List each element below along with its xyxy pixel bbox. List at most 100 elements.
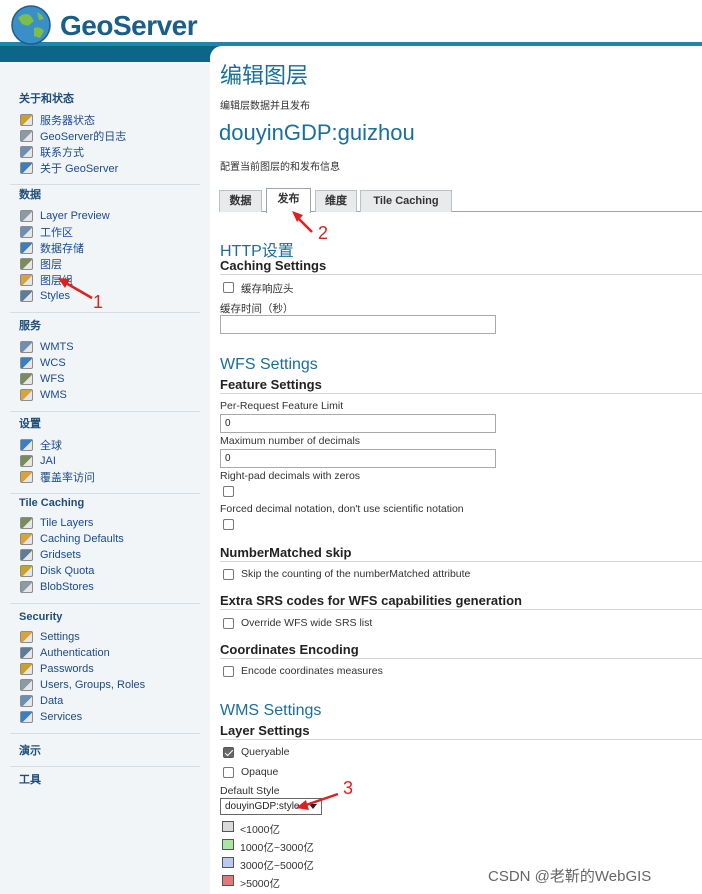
sidebar-item-label: Passwords (40, 663, 94, 675)
sidebar-item[interactable]: 联系方式 (0, 144, 200, 160)
chevron-down-icon (309, 804, 317, 809)
queryable-label: Queryable (241, 746, 290, 758)
sidebar-item-label: WFS (40, 373, 65, 385)
wms-settings-heading: WMS Settings (220, 702, 322, 719)
sidebar-item[interactable]: Users, Groups, Roles (0, 677, 200, 693)
menu-item-icon (20, 455, 33, 467)
menu-item-icon (20, 274, 33, 286)
coords-encoding-checkbox[interactable] (223, 666, 234, 677)
menu-item-icon (20, 565, 33, 577)
sidebar-item[interactable]: Layer Preview (0, 208, 200, 224)
sidebar-item[interactable]: WMS (0, 387, 200, 403)
default-style-label: Default Style (220, 785, 280, 797)
forced-decimal-label: Forced decimal notation, don't use scien… (220, 503, 464, 515)
queryable-checkbox[interactable] (223, 747, 234, 758)
cache-headers-checkbox[interactable] (223, 282, 234, 293)
sidebar-item[interactable]: Caching Defaults (0, 531, 200, 547)
cache-time-input[interactable] (220, 315, 496, 334)
sidebar-item[interactable]: Settings (0, 629, 200, 645)
tab-publishing[interactable]: 发布 (266, 188, 311, 213)
number-matched-label: Skip the counting of the numberMatched a… (241, 568, 471, 580)
layer-settings-heading: Layer Settings (220, 723, 702, 740)
sidebar-item[interactable]: Data (0, 693, 200, 709)
geoserver-globe-icon[interactable] (10, 4, 52, 46)
sidebar-item-label: 关于 GeoServer (40, 163, 119, 175)
legend-swatch (222, 875, 234, 886)
sidebar-section-title: 设置 (19, 418, 41, 430)
default-style-select[interactable]: douyinGDP:style (220, 798, 322, 815)
sidebar-item-label: WCS (40, 357, 66, 369)
menu-item-icon (20, 114, 33, 126)
sidebar-item-list: Tile Layers Caching Defaults Gridsets Disk … (0, 515, 200, 595)
sidebar-item[interactable]: Gridsets (0, 547, 200, 563)
sidebar-section: Security Settings Authentication Passwords U… (0, 611, 200, 742)
sidebar-item[interactable]: WCS (0, 355, 200, 371)
sidebar-item[interactable]: 服务器状态 (0, 112, 200, 128)
sidebar-item-label: Tile Layers (40, 517, 94, 529)
sidebar-item[interactable]: Authentication (0, 645, 200, 661)
feature-limit-input[interactable]: 0 (220, 414, 496, 433)
legend-label: >5000亿 (240, 878, 280, 890)
sidebar-item[interactable]: GeoServer的日志 (0, 128, 200, 144)
sidebar-item[interactable]: 全球 (0, 437, 200, 453)
sidebar-item[interactable]: Services (0, 709, 200, 725)
sidebar-item[interactable]: WMTS (0, 339, 200, 355)
opaque-label: Opaque (241, 766, 279, 778)
menu-item-icon (20, 631, 33, 643)
legend-label: 3000亿~5000亿 (240, 860, 314, 872)
feature-limit-label: Per-Request Feature Limit (220, 400, 344, 412)
right-pad-checkbox[interactable] (223, 486, 234, 497)
tab-data[interactable]: 数据 (219, 190, 262, 212)
sidebar-section-title: 服务 (19, 320, 41, 332)
extra-srs-label: Override WFS wide SRS list (241, 617, 373, 629)
menu-item-icon (20, 471, 33, 483)
annotation-number-3: 3 (343, 778, 354, 798)
menu-item-icon (20, 517, 33, 529)
sidebar-item-label: 数据存储 (40, 243, 84, 255)
menu-item-icon (20, 663, 33, 675)
sidebar-item[interactable]: 关于 GeoServer (0, 160, 200, 176)
sidebar-item-label: 图层 (40, 259, 62, 271)
sidebar-item[interactable]: 图层 (0, 256, 200, 272)
sidebar-item[interactable]: JAI (0, 453, 200, 469)
sidebar-item[interactable]: 覆盖率访问 (0, 469, 200, 485)
menu-item-icon (20, 290, 33, 302)
sidebar-item[interactable]: 图层组 (0, 272, 200, 288)
extra-srs-checkbox[interactable] (223, 618, 234, 629)
sidebar-item-label: Disk Quota (40, 565, 95, 577)
sidebar-item-label: 联系方式 (40, 147, 84, 159)
menu-item-icon (20, 242, 33, 254)
coords-encoding-label: Encode coordinates measures (241, 665, 383, 677)
sidebar-item[interactable]: WFS (0, 371, 200, 387)
sidebar-item[interactable]: Tile Layers (0, 515, 200, 531)
number-matched-checkbox[interactable] (223, 569, 234, 580)
sidebar-item-list: Settings Authentication Passwords Users, Gr… (0, 629, 200, 725)
menu-item-icon (20, 341, 33, 353)
sidebar-item[interactable]: Passwords (0, 661, 200, 677)
sidebar-section: 工具 (0, 771, 200, 793)
sidebar: 关于和状态 服务器状态 GeoServer的日志 联系方式 关于 GeoServer 数据… (0, 62, 210, 894)
max-decimals-input[interactable]: 0 (220, 449, 496, 468)
sidebar-divider (10, 733, 200, 734)
sidebar-item-list: 全球 JAI 覆盖率访问 (0, 437, 200, 485)
sidebar-item-label: Users, Groups, Roles (40, 679, 146, 691)
sidebar-item[interactable]: BlobStores (0, 579, 200, 595)
forced-decimal-checkbox[interactable] (223, 519, 234, 530)
menu-item-icon (20, 533, 33, 545)
sidebar-section-title: 演示 (19, 745, 41, 757)
menu-item-icon (20, 373, 33, 385)
page-subtitle: 编辑层数据并且发布 (220, 101, 310, 112)
sidebar-item[interactable]: Disk Quota (0, 563, 200, 579)
opaque-checkbox[interactable] (223, 767, 234, 778)
menu-item-icon (20, 439, 33, 451)
sidebar-item[interactable]: 数据存储 (0, 240, 200, 256)
tab-dimensions[interactable]: 维度 (315, 190, 357, 212)
sidebar-item-list: 服务器状态 GeoServer的日志联系方式关于 GeoServer (0, 112, 200, 176)
max-decimals-label: Maximum number of decimals (220, 435, 361, 447)
brand-name[interactable]: GeoServer (60, 10, 198, 42)
sidebar-divider (10, 493, 200, 494)
tab-tile-caching[interactable]: Tile Caching (360, 190, 452, 212)
sidebar-item[interactable]: 工作区 (0, 224, 200, 240)
cache-time-label: 缓存时间（秒） (220, 303, 294, 315)
sidebar-item-label: 覆盖率访问 (40, 472, 95, 484)
